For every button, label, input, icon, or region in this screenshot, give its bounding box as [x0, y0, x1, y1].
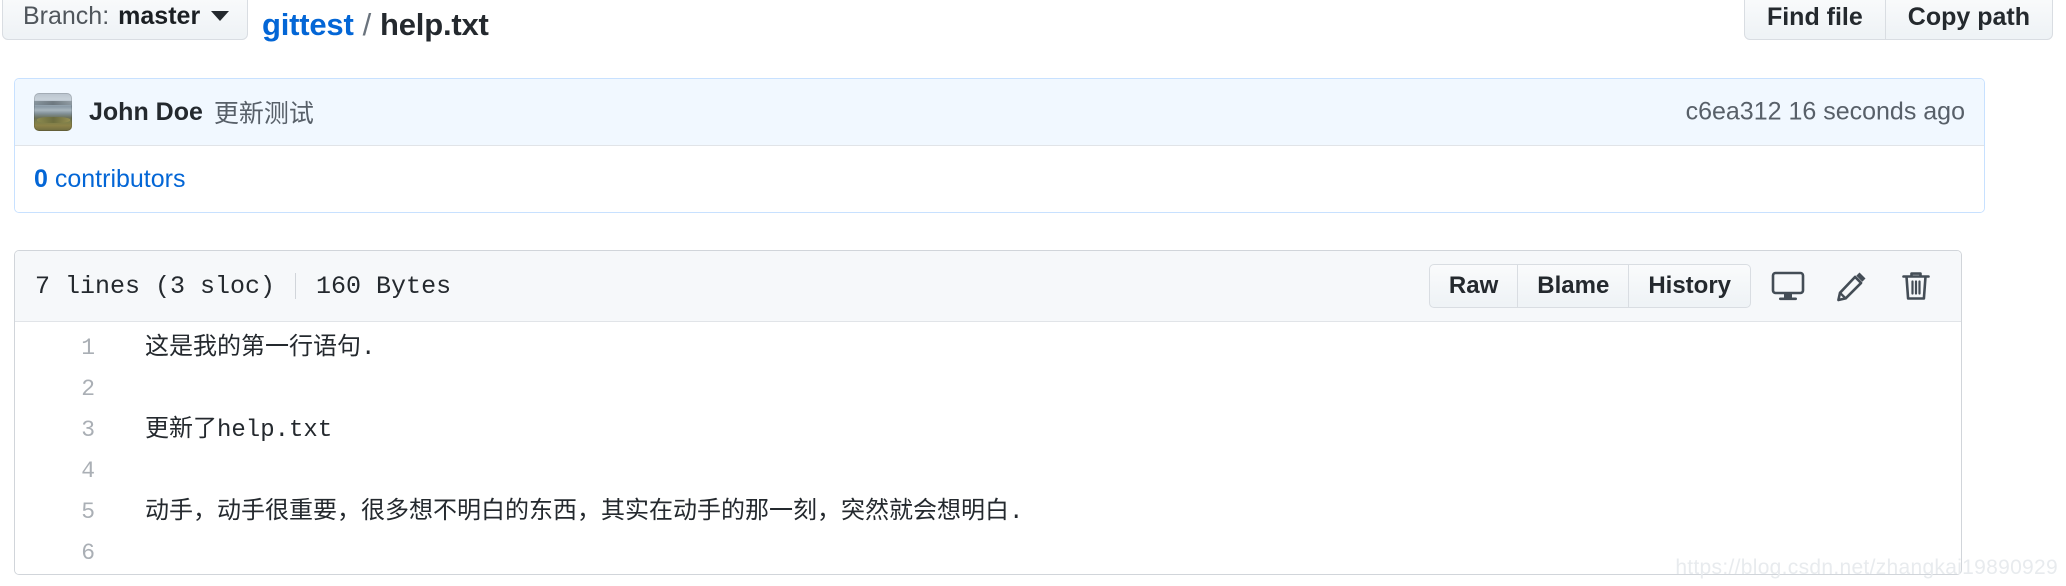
line-number[interactable]: 1 [15, 328, 95, 369]
file-button-group: Raw Blame History [1428, 264, 1751, 308]
trash-icon[interactable] [1889, 264, 1943, 308]
code-line-row: 2 [15, 369, 1961, 410]
breadcrumb-repo-link[interactable]: gittest [262, 7, 354, 43]
file-meta-info: 7 lines (3 sloc) 160 Bytes [35, 272, 451, 301]
latest-commit-box: John Doe 更新测试 c6ea312 16 seconds ago 0 c… [14, 78, 1985, 213]
page-topbar: Branch: master gittest / help.txt Find f… [0, 0, 2066, 52]
chevron-down-icon [211, 11, 230, 21]
breadcrumb: gittest / help.txt [262, 0, 489, 50]
commit-header-row: John Doe 更新测试 c6ea312 16 seconds ago [15, 79, 1984, 145]
code-line-row: 4 [15, 451, 1961, 492]
commit-hash[interactable]: c6ea312 [1686, 98, 1782, 126]
pencil-icon[interactable] [1825, 264, 1879, 308]
line-number[interactable]: 2 [15, 369, 95, 410]
history-button[interactable]: History [1629, 264, 1751, 308]
file-view-box: 7 lines (3 sloc) 160 Bytes Raw Blame His… [14, 250, 1962, 575]
line-content[interactable]: 动手，动手很重要，很多想不明白的东西，其实在动手的那一刻，突然就会想明白. [95, 492, 1023, 533]
code-line-row: 6 [15, 533, 1961, 574]
contributors-label: contributors [54, 164, 186, 193]
file-header-bar: 7 lines (3 sloc) 160 Bytes Raw Blame His… [15, 251, 1961, 322]
copy-path-button[interactable]: Copy path [1885, 0, 2053, 40]
line-number[interactable]: 4 [15, 451, 95, 492]
contributors-count: 0 [34, 164, 48, 193]
breadcrumb-filename: help.txt [380, 7, 489, 42]
file-size-info: 160 Bytes [316, 271, 452, 301]
commit-message[interactable]: 更新测试 [214, 94, 314, 130]
topbar-action-buttons: Find file Copy path [1743, 0, 2053, 40]
commit-relative-time: 16 seconds ago [1788, 97, 1965, 126]
watermark-text: https://blog.csdn.net/zhangkai19890929 [1675, 556, 2058, 579]
contributors-row: 0 contributors [15, 145, 1984, 212]
breadcrumb-separator: / [362, 7, 372, 42]
file-meta-divider [295, 273, 297, 299]
raw-button[interactable]: Raw [1428, 264, 1519, 308]
contributors-link[interactable]: 0 contributors [34, 165, 185, 194]
line-number[interactable]: 5 [15, 492, 95, 533]
code-line-row: 1 这是我的第一行语句. [15, 328, 1961, 369]
line-number[interactable]: 6 [15, 533, 95, 574]
branch-selector-button[interactable]: Branch: master [2, 0, 249, 40]
line-content[interactable]: 更新了help.txt [95, 410, 332, 451]
line-content[interactable]: 这是我的第一行语句. [95, 328, 375, 369]
commit-meta-space [1782, 98, 1789, 126]
contributors-space [48, 165, 55, 193]
find-file-button[interactable]: Find file [1743, 0, 1886, 40]
file-lines-info: 7 lines (3 sloc) [35, 271, 276, 301]
commit-hash-and-time: c6ea312 16 seconds ago [1686, 98, 1965, 127]
code-content: 1 这是我的第一行语句. 2 3 更新了help.txt 4 5 动手，动手很重… [15, 322, 1961, 574]
branch-label: Branch: [23, 1, 110, 30]
file-action-bar: Raw Blame History [1428, 264, 1943, 308]
desktop-icon[interactable] [1761, 264, 1815, 308]
line-number[interactable]: 3 [15, 410, 95, 451]
code-line-row: 3 更新了help.txt [15, 410, 1961, 451]
branch-name: master [118, 1, 201, 30]
avatar[interactable] [34, 93, 72, 131]
code-line-row: 5 动手，动手很重要，很多想不明白的东西，其实在动手的那一刻，突然就会想明白. [15, 492, 1961, 533]
commit-author-name[interactable]: John Doe [89, 98, 203, 127]
blame-button[interactable]: Blame [1518, 264, 1630, 308]
